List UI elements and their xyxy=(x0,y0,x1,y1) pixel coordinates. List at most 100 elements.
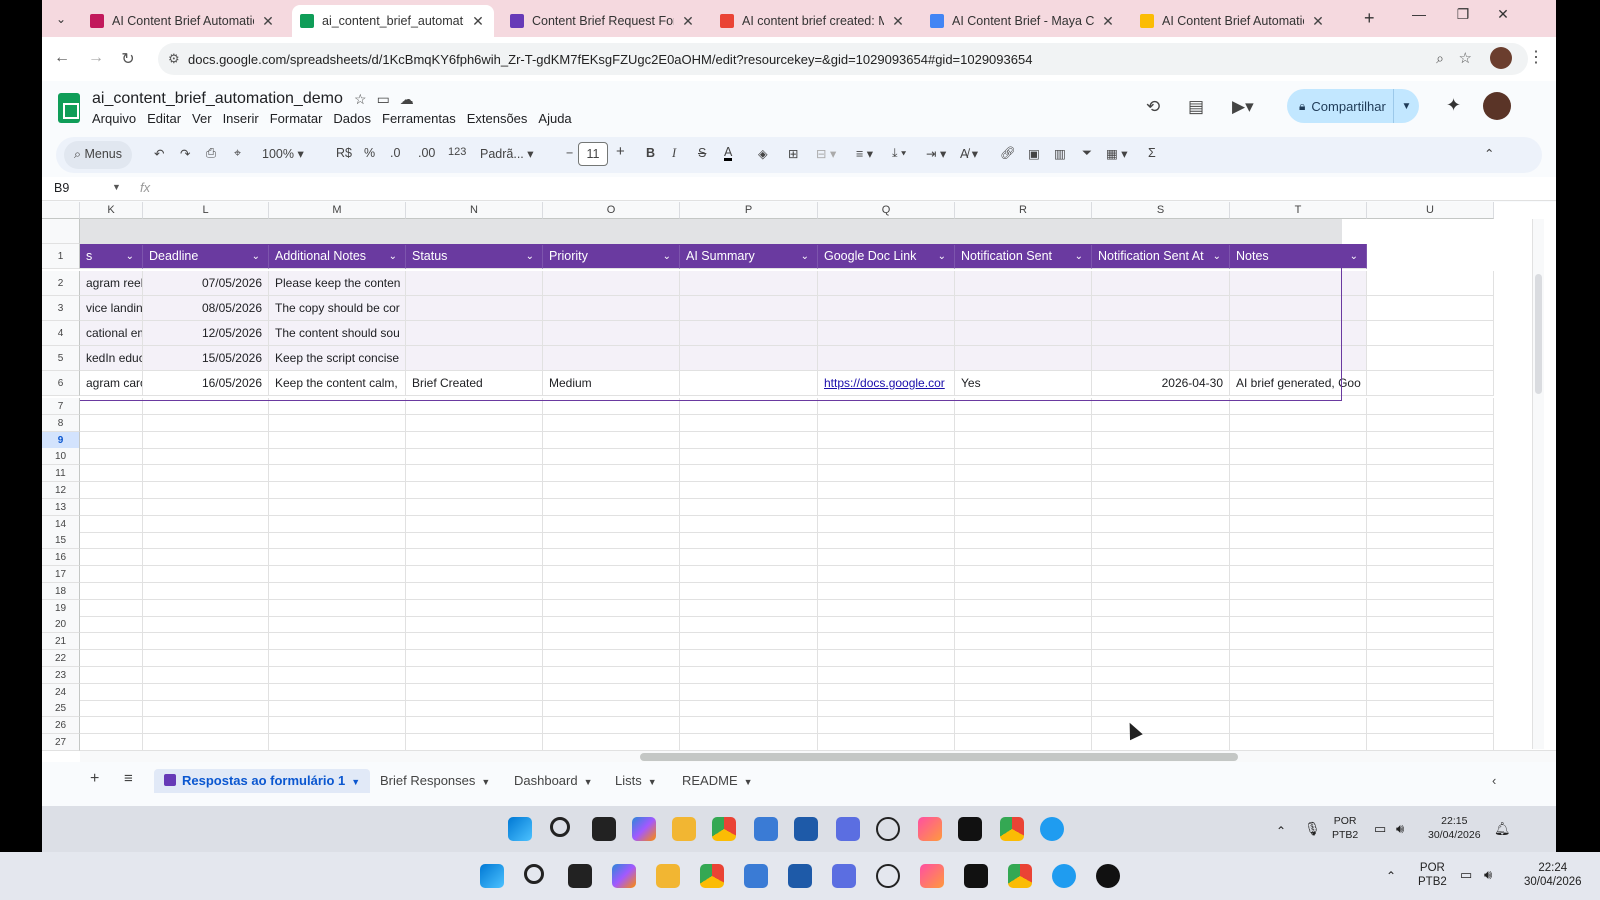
table-cell[interactable] xyxy=(955,271,1092,296)
empty-cell[interactable] xyxy=(269,666,406,684)
empty-cell[interactable] xyxy=(1092,482,1230,499)
row-header[interactable]: 19 xyxy=(42,599,80,617)
filter-views-icon[interactable]: ▦ ▾ xyxy=(1106,146,1128,161)
empty-cell[interactable] xyxy=(269,414,406,432)
row-header[interactable]: 24 xyxy=(42,683,80,701)
empty-cell[interactable] xyxy=(1230,482,1367,499)
empty-cell[interactable] xyxy=(818,431,955,449)
table-cell[interactable] xyxy=(1367,321,1494,346)
empty-cell[interactable] xyxy=(143,650,269,667)
empty-cell[interactable] xyxy=(80,700,143,718)
app-icon-2[interactable] xyxy=(832,864,856,888)
empty-cell[interactable] xyxy=(543,582,680,600)
row-header[interactable]: 26 xyxy=(42,717,80,735)
search-icon[interactable] xyxy=(550,817,570,837)
row-header[interactable]: 7 xyxy=(42,398,80,415)
empty-cell[interactable] xyxy=(1367,398,1494,415)
empty-cell[interactable] xyxy=(955,616,1092,634)
empty-cell[interactable] xyxy=(680,482,818,499)
table-cell[interactable]: agram caro xyxy=(80,371,143,396)
empty-cell[interactable] xyxy=(955,666,1092,684)
empty-cell[interactable] xyxy=(269,650,406,667)
table-cell[interactable] xyxy=(955,296,1092,321)
empty-cell[interactable] xyxy=(1230,515,1367,533)
row-header[interactable]: 11 xyxy=(42,465,80,483)
doc-title-icons[interactable]: ☆▭☁ xyxy=(354,91,424,108)
empty-cell[interactable] xyxy=(543,700,680,718)
empty-cell[interactable] xyxy=(80,566,143,583)
empty-cell[interactable] xyxy=(680,582,818,600)
table-cell[interactable] xyxy=(1092,271,1230,296)
column-filter-icon[interactable]: ⌄ xyxy=(252,244,260,268)
empty-cell[interactable] xyxy=(1230,599,1367,617)
tab-search-icon[interactable]: ⌄ xyxy=(50,8,72,30)
row-header[interactable]: 16 xyxy=(42,549,80,567)
table-cell[interactable] xyxy=(1092,321,1230,346)
empty-cell[interactable] xyxy=(143,398,269,415)
empty-cell[interactable] xyxy=(1092,582,1230,600)
empty-cell[interactable] xyxy=(1230,498,1367,516)
table-cell[interactable] xyxy=(680,321,818,346)
empty-cell[interactable] xyxy=(680,717,818,735)
empty-cell[interactable] xyxy=(1230,448,1367,466)
empty-cell[interactable] xyxy=(406,398,543,415)
empty-cell[interactable] xyxy=(818,498,955,516)
empty-cell[interactable] xyxy=(955,515,1092,533)
empty-cell[interactable] xyxy=(406,666,543,684)
empty-cell[interactable] xyxy=(955,683,1092,701)
table-cell[interactable] xyxy=(1367,296,1494,321)
row-header[interactable]: 23 xyxy=(42,666,80,684)
empty-cell[interactable] xyxy=(1367,582,1494,600)
app-icon-3[interactable] xyxy=(918,817,942,841)
empty-cell[interactable] xyxy=(80,532,143,550)
empty-cell[interactable] xyxy=(406,498,543,516)
empty-cell[interactable] xyxy=(143,431,269,449)
empty-cell[interactable] xyxy=(80,431,143,449)
empty-cell[interactable] xyxy=(269,616,406,634)
empty-cell[interactable] xyxy=(543,465,680,483)
name-box-dropdown-icon[interactable]: ▼ xyxy=(112,182,121,192)
minimize-icon[interactable]: — xyxy=(1404,6,1434,22)
empty-cell[interactable] xyxy=(1367,498,1494,516)
column-filter-icon[interactable]: ⌄ xyxy=(1075,244,1083,268)
empty-cell[interactable] xyxy=(80,734,143,751)
version-history-icon[interactable]: ⟲ xyxy=(1146,97,1160,117)
empty-cell[interactable] xyxy=(543,414,680,432)
network-icon[interactable]: ▭ xyxy=(1374,822,1386,836)
empty-cell[interactable] xyxy=(1367,532,1494,550)
empty-cell[interactable] xyxy=(1230,431,1367,449)
tray-expand-icon[interactable]: ⌃ xyxy=(1386,869,1396,883)
empty-cell[interactable] xyxy=(680,498,818,516)
empty-cell[interactable] xyxy=(818,650,955,667)
url-omnibox[interactable]: ⚙ docs.google.com/spreadsheets/d/1KcBmqK… xyxy=(158,43,1528,75)
empty-cell[interactable] xyxy=(1230,414,1367,432)
empty-cell[interactable] xyxy=(143,498,269,516)
empty-cell[interactable] xyxy=(143,717,269,735)
empty-cell[interactable] xyxy=(1230,650,1367,667)
row-header[interactable]: 27 xyxy=(42,734,80,751)
menu-item[interactable]: Extensões xyxy=(467,111,528,126)
vertical-scrollbar[interactable] xyxy=(1532,219,1544,749)
strikethrough-icon[interactable]: S xyxy=(698,146,706,160)
empty-cell[interactable] xyxy=(818,515,955,533)
sheet-tab-menu-icon[interactable]: ▼ xyxy=(351,777,360,787)
empty-cell[interactable] xyxy=(818,616,955,634)
more-formats-button[interactable]: 123 xyxy=(448,146,466,158)
empty-cell[interactable] xyxy=(406,549,543,567)
table-cell[interactable]: Please keep the conten xyxy=(269,271,406,296)
gemini-sparkle-icon[interactable]: ✦ xyxy=(1446,95,1461,116)
empty-cell[interactable] xyxy=(1230,532,1367,550)
row-header[interactable]: 21 xyxy=(42,633,80,651)
empty-cell[interactable] xyxy=(406,482,543,499)
empty-cell[interactable] xyxy=(269,448,406,466)
empty-cell[interactable] xyxy=(80,414,143,432)
menu-item[interactable]: Inserir xyxy=(223,111,259,126)
tray-expand-icon[interactable]: ⌃ xyxy=(1276,824,1286,838)
empty-cell[interactable] xyxy=(543,633,680,651)
column-filter-icon[interactable]: ⌄ xyxy=(663,244,671,268)
insert-comment-icon[interactable]: ▣ xyxy=(1028,146,1040,161)
font-select[interactable]: Padrã... ▾ xyxy=(480,146,534,161)
profile-avatar[interactable] xyxy=(1490,47,1512,69)
empty-cell[interactable] xyxy=(1230,616,1367,634)
table-cell[interactable] xyxy=(406,296,543,321)
